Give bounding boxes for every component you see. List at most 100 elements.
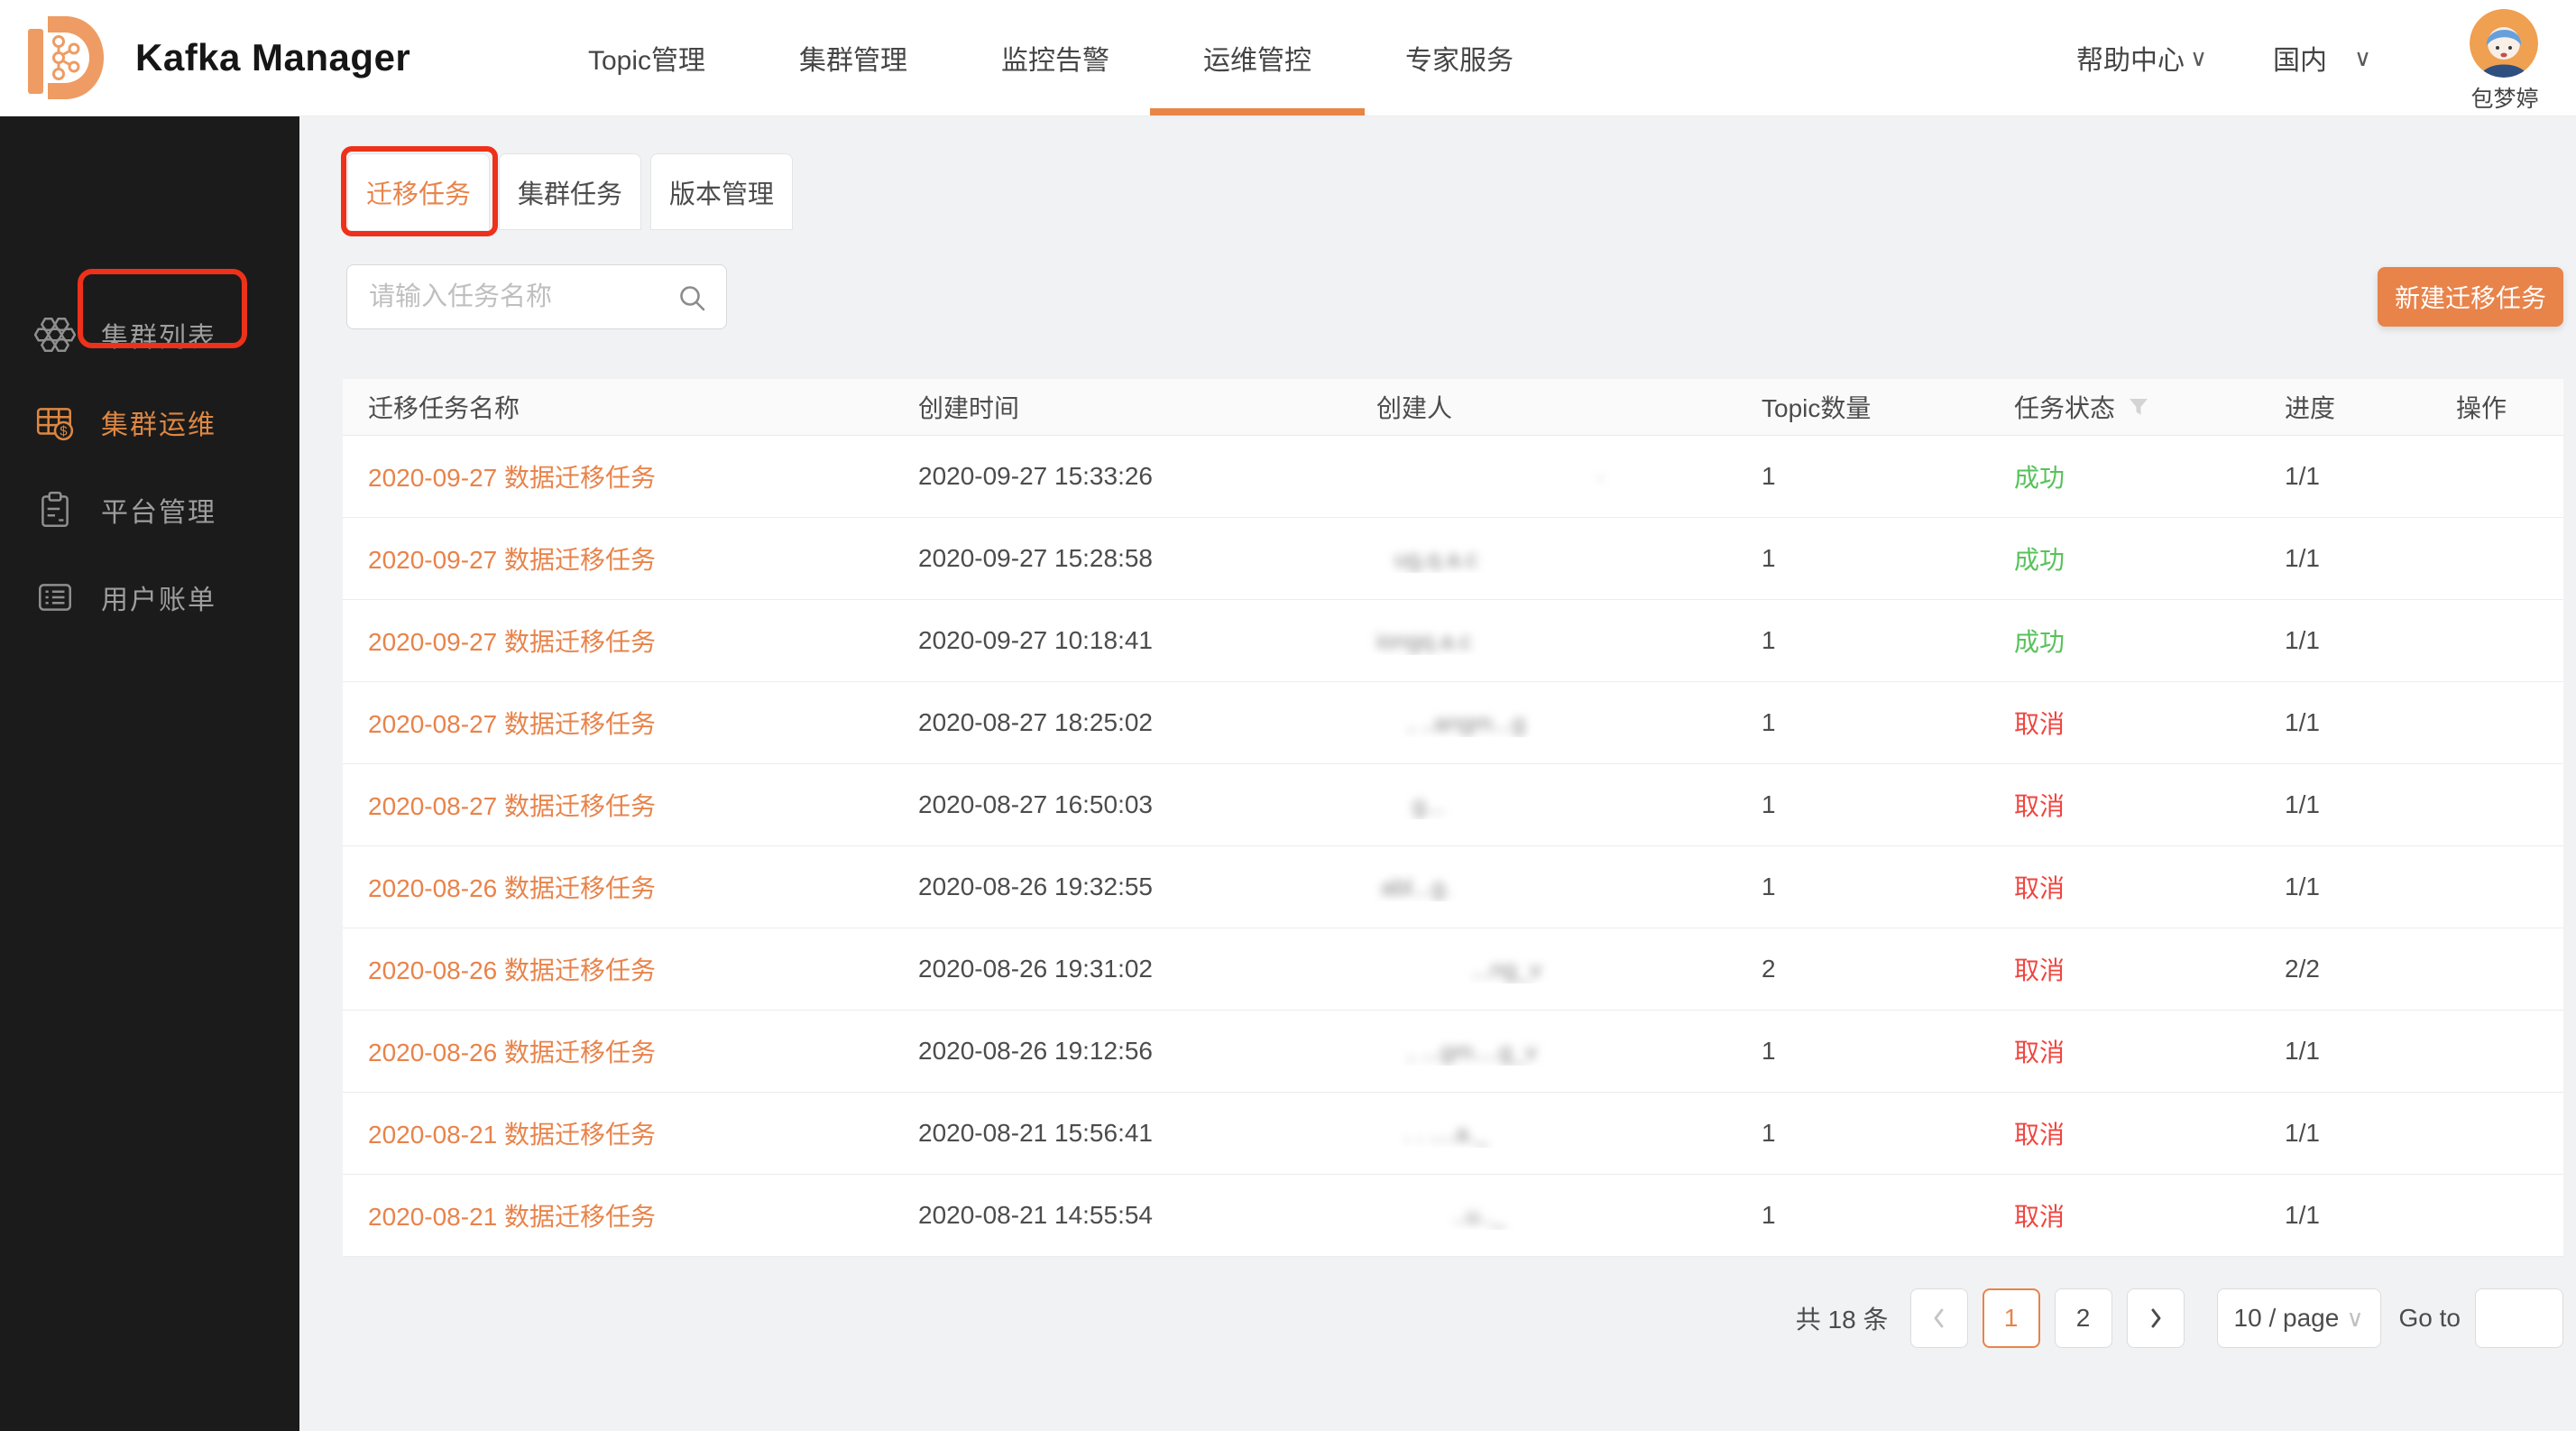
page-button-1[interactable]: 1 [1983, 1288, 2040, 1348]
task-name-link[interactable]: 2020-08-27 数据迁移任务 [368, 710, 656, 738]
sidebar-item-label: 平台管理 [101, 490, 216, 530]
task-name-link[interactable]: 2020-08-21 数据迁移任务 [368, 1121, 656, 1149]
sidebar-item-platform-manage[interactable]: 平台管理 [0, 466, 299, 553]
create-time: 2020-09-27 15:28:58 [893, 544, 1351, 573]
creator-redacted: ..u.._ [1453, 1202, 1505, 1230]
task-status: 取消 [1989, 1033, 2259, 1069]
creator-cell: abl...g. [1351, 872, 1736, 901]
creator-cell: , ...gm....g_v [1351, 1037, 1736, 1066]
task-name-link[interactable]: 2020-08-26 数据迁移任务 [368, 874, 656, 902]
page-button-2[interactable]: 2 [2055, 1288, 2112, 1348]
creator-cell: . . ....a._ [1351, 1119, 1736, 1148]
total-count: 共 18 条 [1796, 1300, 1889, 1336]
search-icon[interactable] [677, 283, 706, 312]
logo-icon [22, 11, 105, 105]
sidebar-item-cluster-ops[interactable]: $ 集群运维 [0, 378, 299, 466]
search-input[interactable] [347, 265, 726, 328]
prev-page-button[interactable] [1910, 1288, 1968, 1348]
creator-redacted: . . ....a._ [1403, 1120, 1488, 1148]
creator-redacted: · [1596, 463, 1605, 491]
task-progress: 1/1 [2259, 462, 2431, 491]
tab-cluster-tasks[interactable]: 集群任务 [499, 153, 641, 230]
create-time: 2020-09-27 10:18:41 [893, 626, 1351, 655]
nav-monitor-alert[interactable]: 监控告警 [1001, 0, 1109, 115]
nav-topic-manage[interactable]: Topic管理 [588, 0, 705, 115]
page-size-label: 10 / page [2234, 1304, 2340, 1333]
task-name-link[interactable]: 2020-09-27 数据迁移任务 [368, 628, 656, 656]
region-selector[interactable]: 国内 ∨ [2273, 0, 2371, 115]
task-status: 取消 [1989, 1197, 2259, 1233]
table-row: 2020-08-27 数据迁移任务 2020-08-27 18:25:02 , … [343, 682, 2563, 764]
page-size-select[interactable]: 10 / page ∨ [2217, 1288, 2381, 1348]
chevron-down-icon: ∨ [2190, 44, 2207, 72]
tab-migration-tasks[interactable]: 迁移任务 [347, 153, 490, 230]
task-status: 成功 [1989, 540, 2259, 577]
task-progress: 1/1 [2259, 1037, 2431, 1066]
creator-redacted: , ..angm...g [1408, 709, 1525, 737]
col-progress: 进度 [2259, 389, 2431, 425]
topic-count: 1 [1736, 790, 1989, 819]
region-label: 国内 [2273, 38, 2327, 78]
task-status: 取消 [1989, 787, 2259, 823]
table-row: 2020-08-26 数据迁移任务 2020-08-26 19:32:55 ab… [343, 846, 2563, 928]
task-progress: 1/1 [2259, 790, 2431, 819]
creator-cell: ...ng_v [1351, 955, 1736, 983]
create-time: 2020-08-21 15:56:41 [893, 1119, 1351, 1148]
sidebar-item-label: 用户账单 [101, 577, 216, 617]
svg-text:$: $ [60, 424, 67, 439]
topic-count: 1 [1736, 1201, 1989, 1230]
next-page-button[interactable] [2127, 1288, 2185, 1348]
chevron-right-icon [2147, 1305, 2165, 1332]
sidebar-item-user-billing[interactable]: 用户账单 [0, 553, 299, 641]
nav-ops-control[interactable]: 运维管控 [1203, 0, 1311, 115]
topic-count: 1 [1736, 708, 1989, 737]
tab-version-manage[interactable]: 版本管理 [650, 153, 793, 230]
task-progress: 1/1 [2259, 708, 2431, 737]
task-name-link[interactable]: 2020-08-21 数据迁移任务 [368, 1203, 656, 1231]
create-time: 2020-08-26 19:31:02 [893, 955, 1351, 983]
nav-expert-service[interactable]: 专家服务 [1405, 0, 1513, 115]
topic-count: 1 [1736, 1119, 1989, 1148]
task-name-link[interactable]: 2020-09-27 数据迁移任务 [368, 464, 656, 492]
task-name-link[interactable]: 2020-09-27 数据迁移任务 [368, 546, 656, 574]
goto-page-input[interactable] [2475, 1288, 2563, 1348]
table-row: 2020-09-27 数据迁移任务 2020-09-27 10:18:41 io… [343, 600, 2563, 682]
nav-cluster-manage[interactable]: 集群管理 [799, 0, 907, 115]
task-name-link[interactable]: 2020-08-26 数据迁移任务 [368, 1039, 656, 1066]
top-header: Kafka Manager Topic管理 集群管理 监控告警 运维管控 专家服… [0, 0, 2576, 116]
table-row: 2020-09-27 数据迁移任务 2020-09-27 15:33:26 · … [343, 436, 2563, 518]
task-progress: 1/1 [2259, 1201, 2431, 1230]
topic-count: 1 [1736, 462, 1989, 491]
col-topic-count: Topic数量 [1736, 389, 1989, 425]
platform-manage-icon [34, 489, 76, 531]
creator-cell: , ..angm...g [1351, 708, 1736, 737]
col-create-time: 创建时间 [893, 389, 1351, 425]
user-billing-icon [34, 577, 76, 618]
table-row: 2020-08-21 数据迁移任务 2020-08-21 15:56:41 . … [343, 1093, 2563, 1175]
filter-icon[interactable] [2128, 397, 2149, 417]
kafka-manager-app: Kafka Manager Topic管理 集群管理 监控告警 运维管控 专家服… [0, 0, 2576, 1431]
create-time: 2020-08-27 16:50:03 [893, 790, 1351, 819]
task-progress: 1/1 [2259, 872, 2431, 901]
help-center-label: 帮助中心 [2076, 38, 2185, 78]
migration-task-table: 迁移任务名称 创建时间 创建人 Topic数量 任务状态 进度 操作 2020-… [343, 379, 2563, 1257]
sidebar-item-label: 集群运维 [101, 402, 216, 442]
topic-count: 1 [1736, 1037, 1989, 1066]
creator-redacted: ug,q.a.c [1394, 545, 1478, 573]
task-status: 成功 [1989, 458, 2259, 494]
topic-count: 1 [1736, 872, 1989, 901]
task-progress: 1/1 [2259, 1119, 2431, 1148]
help-center-menu[interactable]: 帮助中心 ∨ [2076, 0, 2207, 115]
task-name-link[interactable]: 2020-08-26 数据迁移任务 [368, 956, 656, 984]
goto-label: Go to [2399, 1304, 2461, 1333]
table-row: 2020-08-21 数据迁移任务 2020-08-21 14:55:54 ..… [343, 1175, 2563, 1257]
creator-cell: · [1351, 462, 1736, 491]
top-nav: Topic管理 集群管理 监控告警 运维管控 专家服务 [588, 0, 1513, 115]
avatar[interactable] [2470, 9, 2538, 78]
create-time: 2020-08-26 19:32:55 [893, 872, 1351, 901]
create-time: 2020-08-26 19:12:56 [893, 1037, 1351, 1066]
topic-count: 2 [1736, 955, 1989, 983]
sidebar-item-cluster-list[interactable]: 集群列表 [0, 291, 299, 378]
create-migration-task-button[interactable]: 新建迁移任务 [2378, 267, 2563, 327]
task-name-link[interactable]: 2020-08-27 数据迁移任务 [368, 792, 656, 820]
